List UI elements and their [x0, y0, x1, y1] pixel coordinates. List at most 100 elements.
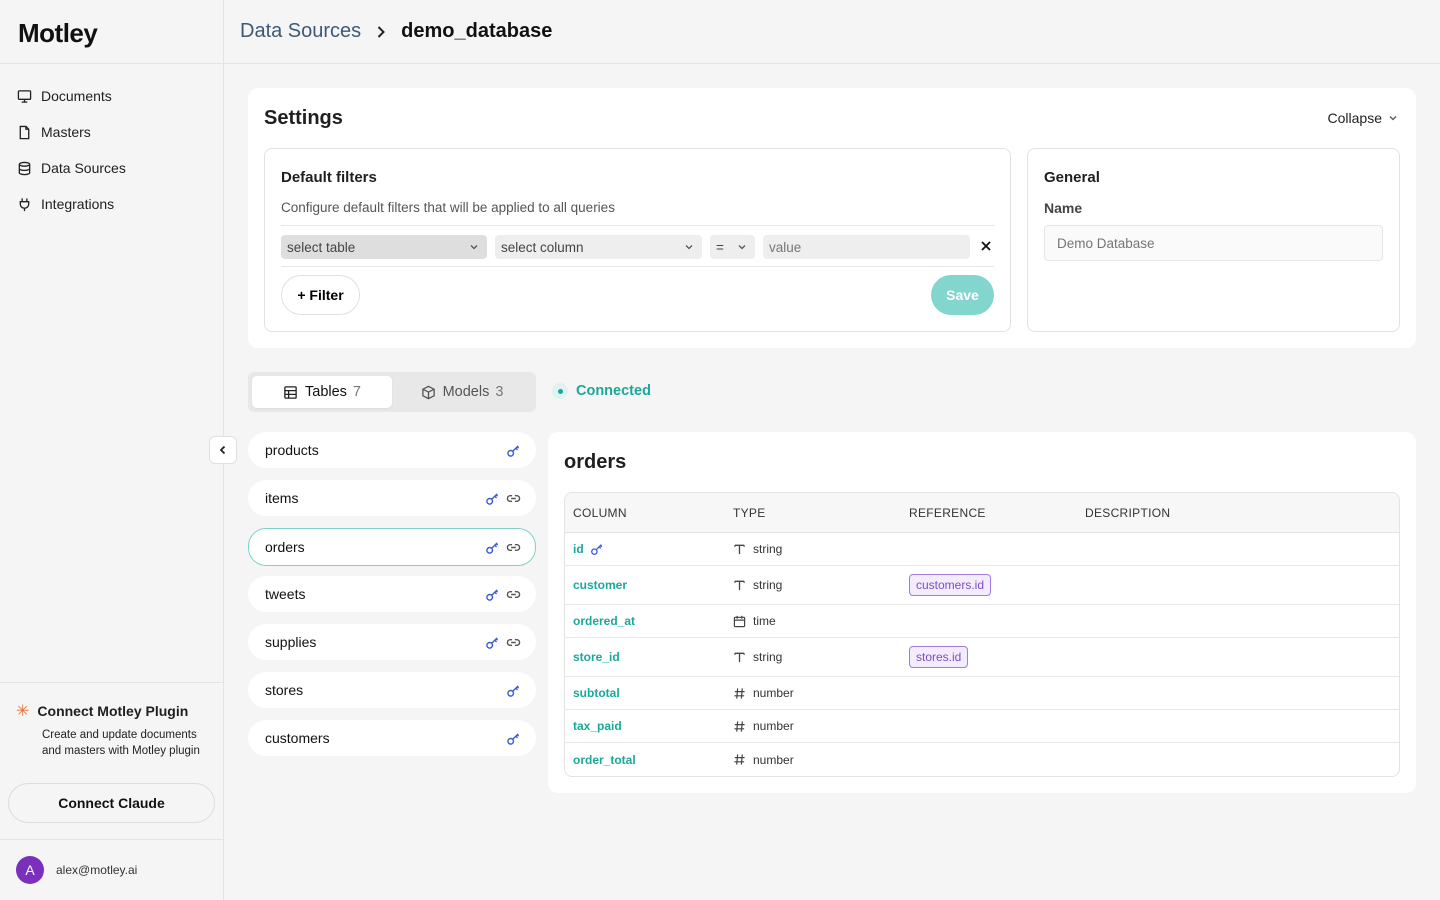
motley-logo[interactable]: Motley — [0, 0, 223, 64]
default-filters-card: Default filters Configure default filter… — [264, 148, 1011, 332]
select-column-dropdown[interactable]: select column — [495, 235, 702, 259]
key-icon — [507, 684, 520, 697]
chevron-down-icon — [685, 245, 693, 250]
table-item-products[interactable]: products — [248, 432, 536, 468]
reference-badge[interactable]: stores.id — [909, 646, 969, 668]
column-type-cell: number — [733, 677, 794, 709]
reference-cell: stores.id — [909, 638, 969, 676]
table-item-icons — [506, 433, 521, 467]
table-item-items[interactable]: items — [248, 480, 536, 516]
link-icon — [506, 638, 521, 646]
monitor-icon — [17, 89, 32, 103]
table-item-label: stores — [265, 682, 304, 698]
plugin-description: Create and update documents and masters … — [42, 729, 200, 757]
reference-cell: customers.id — [909, 566, 992, 604]
column-name-cell[interactable]: order_total — [573, 743, 636, 776]
table-item-icons — [485, 529, 521, 565]
connection-status-label: Connected — [576, 383, 651, 399]
connect-claude-button[interactable]: Connect Claude — [8, 783, 215, 823]
breadcrumb-data-sources[interactable]: Data Sources — [240, 20, 361, 43]
general-title: General — [1044, 169, 1100, 186]
name-label: Name — [1044, 200, 1083, 216]
column-name-cell[interactable]: store_id — [573, 638, 620, 676]
column-name: order_total — [573, 752, 636, 767]
schema-rows: id string customer string customers.id ordere… — [565, 533, 1399, 776]
column-name-cell[interactable]: subtotal — [573, 677, 620, 709]
user-profile[interactable]: A alex@motley.ai — [0, 839, 224, 900]
sidebar-item-documents[interactable]: Documents — [0, 78, 223, 114]
column-type: time — [753, 614, 776, 628]
column-name: customer — [573, 578, 628, 592]
column-name-cell[interactable]: tax_paid — [573, 710, 622, 742]
table-row: order_total number — [565, 743, 1399, 776]
table-item-tweets[interactable]: tweets — [248, 576, 536, 612]
column-type-cell: number — [733, 710, 794, 742]
sidebar-item-masters[interactable]: Masters — [0, 114, 223, 150]
column-name-cell[interactable]: id — [573, 533, 604, 565]
key-icon — [486, 492, 499, 505]
table-item-icons — [506, 673, 521, 707]
chevron-left-icon — [219, 445, 226, 455]
key-icon — [590, 544, 602, 555]
tab-tables[interactable]: Tables 7 — [252, 376, 392, 408]
table-item-label: supplies — [265, 634, 317, 650]
column-type-cell: time — [733, 605, 776, 637]
save-button[interactable]: Save — [931, 275, 994, 315]
view-tabs: Tables 7 Models 3 — [248, 372, 536, 412]
sidebar-item-integrations[interactable]: Integrations — [0, 186, 223, 222]
column-type-cell: string — [733, 533, 782, 565]
table-item-label: orders — [265, 539, 305, 555]
table-item-label: items — [265, 490, 299, 506]
settings-title: Settings — [264, 107, 343, 129]
default-filters-title: Default filters — [281, 169, 377, 186]
column-name-cell[interactable]: ordered_at — [573, 605, 635, 637]
table-item-icons — [485, 577, 521, 611]
chevron-down-icon — [738, 245, 746, 250]
column-type: number — [753, 686, 794, 700]
key-icon — [486, 636, 499, 649]
tab-count: 3 — [495, 384, 504, 400]
chevron-down-icon — [470, 245, 478, 250]
select-table-dropdown[interactable]: select table — [281, 235, 487, 259]
column-type: string — [753, 650, 783, 664]
general-card: General Name — [1027, 148, 1400, 332]
operator-dropdown[interactable]: = — [710, 235, 755, 259]
sidebar-collapse-button[interactable] — [209, 436, 237, 464]
hash-icon — [734, 754, 745, 765]
table-item-supplies[interactable]: supplies — [248, 624, 536, 660]
tab-models[interactable]: Models 3 — [392, 376, 532, 408]
table-row: tax_paid number — [565, 710, 1399, 743]
key-icon — [486, 588, 499, 601]
reference-header: REFERENCE — [909, 506, 986, 520]
user-email: alex@motley.ai — [56, 863, 138, 877]
primary-key-icon — [590, 542, 604, 556]
column-name-cell[interactable]: customer — [573, 566, 627, 604]
filter-value-input[interactable]: value — [763, 235, 970, 259]
link-icon — [506, 494, 521, 502]
column-type-cell: string — [733, 638, 782, 676]
column-name: subtotal — [573, 686, 620, 700]
schema-table: COLUMN TYPE REFERENCE DESCRIPTION id stri… — [564, 492, 1400, 777]
table-row: id string — [565, 533, 1399, 566]
collapse-settings-button[interactable]: Collapse — [1328, 110, 1398, 126]
key-icon — [486, 541, 499, 554]
table-item-orders[interactable]: orders — [248, 528, 536, 566]
breadcrumb: Data Sources demo_database — [224, 0, 1440, 64]
reference-badge[interactable]: customers.id — [909, 574, 992, 596]
sidebar-item-data-sources[interactable]: Data Sources — [0, 150, 223, 186]
text-type-icon — [734, 544, 745, 554]
sidebar-item-label: Documents — [41, 88, 112, 104]
table-item-customers[interactable]: customers — [248, 720, 536, 756]
add-filter-button[interactable]: + Filter — [281, 275, 360, 315]
remove-filter-close-icon[interactable] — [979, 239, 993, 253]
column-type-cell: string — [733, 566, 782, 604]
column-header: COLUMN — [573, 506, 627, 520]
filter-row: select table select column = value — [281, 225, 994, 267]
connection-status: Connected — [552, 383, 651, 399]
key-icon — [507, 732, 520, 745]
database-name-input[interactable] — [1044, 225, 1383, 261]
table-row: customer string customers.id — [565, 566, 1399, 605]
table-item-icons — [485, 481, 521, 515]
table-item-stores[interactable]: stores — [248, 672, 536, 708]
database-icon — [18, 161, 31, 175]
